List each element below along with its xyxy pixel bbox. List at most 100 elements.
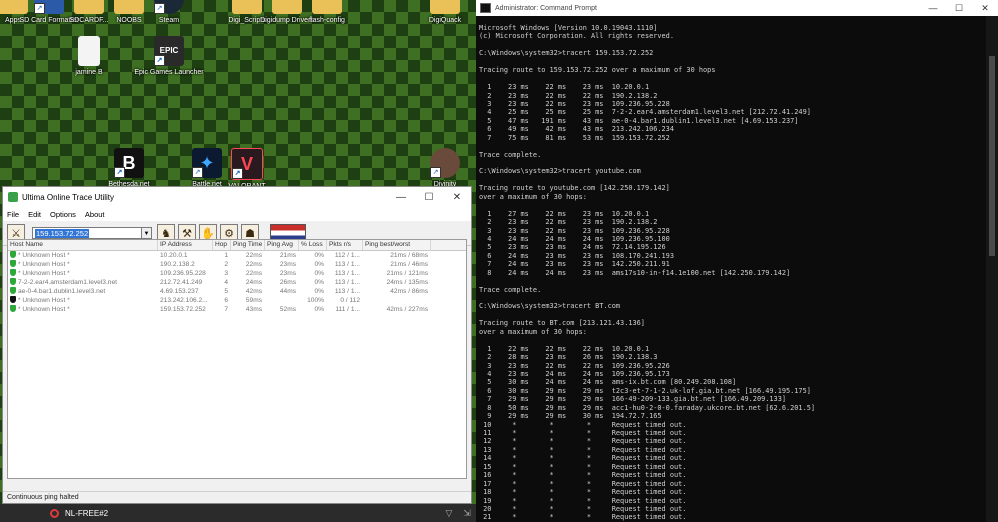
cmd-line: 4 23 ms 24 ms 24 ms 109.236.95.173 (479, 369, 670, 378)
scrollbar-thumb[interactable] (989, 56, 995, 256)
cell-host: * Unknown Host * (8, 251, 158, 260)
cell-ip: 159.153.72.252 (160, 306, 206, 313)
desktop-icon-jamine-b[interactable]: jamine B (52, 36, 126, 77)
cell-ip: 10.20.0.1 (160, 252, 188, 259)
cmd-line (479, 176, 985, 184)
host-combobox[interactable]: 159.153.72.252 ▼ (32, 227, 152, 239)
shield-status-icon (10, 278, 16, 285)
cmd-line: 16 * * * Request timed out. (479, 471, 687, 480)
close-button[interactable]: ✕ (972, 3, 998, 14)
cmd-output[interactable]: Microsoft Windows [Version 10.0.19043.11… (479, 24, 985, 522)
minimize-button[interactable]: — (920, 3, 946, 14)
cmd-line: Tracing route to youtube.com [142.250.17… (479, 184, 670, 193)
cmd-line: 6 24 ms 23 ms 23 ms 108.170.241.193 (479, 251, 674, 260)
cell-pkts: 113 / 1... (334, 270, 360, 277)
desktop-icon-label: flash-config (309, 17, 345, 24)
taskbar-label[interactable]: NL-FREE#2 (65, 509, 108, 518)
maximize-button[interactable]: ☐ (415, 192, 443, 203)
table-row[interactable]: * Unknown Host * 159.153.72.252 7 43ms 52ms 0… (8, 305, 466, 314)
taskbar: NL-FREE#2 ▽ ⇲ (0, 504, 476, 522)
cmd-line: Tracing route to 159.153.72.252 over a m… (479, 66, 716, 75)
desktop-icon-epic-games[interactable]: EPIC ↗ Epic Games Launcher (132, 36, 206, 77)
cell-loss: 0% (314, 279, 324, 286)
menu-about[interactable]: About (85, 210, 105, 219)
tray-arrow-icon[interactable]: ⇲ (458, 508, 476, 519)
trace-title-bar[interactable]: Ultima Online Trace Utility — ☐ ✕ (3, 187, 471, 207)
cmd-line: 1 23 ms 22 ms 23 ms 10.20.0.1 (479, 83, 650, 92)
shield-status-icon (10, 269, 16, 276)
cell-bw: 42ms / 227ms (386, 306, 428, 313)
desktop-icon-label: DigiQuack (428, 17, 462, 24)
cmd-line: over a maximum of 30 hops: (479, 192, 587, 201)
host-input[interactable]: 159.153.72.252 (32, 227, 142, 239)
cell-loss: 0% (314, 261, 324, 268)
cell-hop: 6 (224, 297, 228, 304)
desktop-icon-label: Epic Games Launcher (134, 69, 204, 76)
cell-bw: 21ms / 68ms (390, 252, 428, 259)
close-button[interactable]: ✕ (443, 192, 471, 203)
cell-avg: 23ms (279, 270, 296, 277)
cmd-line: 8 24 ms 24 ms 23 ms ams17s10-in-f14.1e10… (479, 268, 791, 277)
table-row[interactable]: 7-2-2.ear4.amsterdam1.level3.net 212.72.4… (8, 278, 466, 287)
cell-loss: 0% (314, 252, 324, 259)
menu-edit[interactable]: Edit (28, 210, 41, 219)
folder-icon (312, 0, 342, 14)
desktop-icon-divinity[interactable]: ↗ Divinity (408, 148, 476, 189)
trace-results-table: Host Name IP Address Hop Ping Time Ping … (7, 239, 467, 479)
desktop-icon-valorant[interactable]: V↗ VALORANT (210, 148, 284, 191)
cmd-line: 9 29 ms 29 ms 30 ms 194.72.7.165 (479, 412, 662, 421)
col-ip-address[interactable]: IP Address (158, 240, 213, 250)
cmd-line: 5 47 ms 191 ms 43 ms ae-0-4.bar1.dublin1… (479, 116, 799, 125)
desktop-icon-digiquack[interactable]: DigiQuack (408, 0, 476, 25)
cell-time: 22ms (245, 252, 262, 259)
table-row[interactable]: * Unknown Host * 10.20.0.1 1 22ms 21ms 0% 112 … (8, 251, 466, 260)
menu-options[interactable]: Options (50, 210, 76, 219)
table-row[interactable]: * Unknown Host * 213.242.106.2... 6 59ms 100… (8, 296, 466, 305)
col-ping-time[interactable]: Ping Time (231, 240, 265, 250)
desktop-icon-flash-config[interactable]: flash-config (290, 0, 364, 25)
col-pkts[interactable]: Pkts r/s (327, 240, 363, 250)
cmd-line (479, 311, 985, 319)
cmd-line: 12 * * * Request timed out. (479, 437, 687, 446)
desktop-icon-label: Steam (158, 17, 180, 24)
cell-avg: 44ms (279, 288, 296, 295)
menu-file[interactable]: File (7, 210, 19, 219)
col-hop[interactable]: Hop (213, 240, 231, 250)
col-loss[interactable]: % Loss (299, 240, 327, 250)
cell-pkts: 113 / 1... (334, 279, 360, 286)
table-header: Host Name IP Address Hop Ping Time Ping … (8, 240, 466, 251)
cell-hop: 4 (224, 279, 228, 286)
cmd-scrollbar[interactable] (986, 16, 998, 522)
col-ping-best-worst[interactable]: Ping best/worst (363, 240, 431, 250)
cmd-line (479, 294, 985, 302)
tray-chevron-icon[interactable]: ▽ (440, 508, 458, 519)
cmd-line: C:\Windows\system32>tracert 159.153.72.2… (479, 49, 654, 58)
divinity-icon: ↗ (430, 148, 460, 178)
desktop-icon-bethesda[interactable]: B ↗ Bethesda.net (92, 148, 166, 189)
cmd-line: 3 23 ms 22 ms 22 ms 109.236.95.226 (479, 361, 670, 370)
table-row[interactable]: ae-0-4.bar1.dublin1.level3.net 4.69.153.2… (8, 287, 466, 296)
cmd-title-bar[interactable]: Administrator: Command Prompt — ☐ ✕ (476, 0, 998, 16)
minimize-button[interactable]: — (387, 192, 415, 203)
cell-loss: 0% (314, 306, 324, 313)
cell-time: 24ms (245, 279, 262, 286)
desktop-icon-steam[interactable]: ↗ Steam (132, 0, 206, 25)
cmd-line: 7 24 ms 23 ms 23 ms 142.250.211.91 (479, 260, 670, 269)
chevron-down-icon[interactable]: ▼ (142, 227, 152, 239)
table-row[interactable]: * Unknown Host * 190.2.138.2 2 22ms 23ms 0% 11… (8, 260, 466, 269)
col-ping-avg[interactable]: Ping Avg (265, 240, 299, 250)
maximize-button[interactable]: ☐ (946, 3, 972, 14)
col-host-name[interactable]: Host Name (8, 240, 158, 250)
epic-games-icon: EPIC ↗ (154, 36, 184, 66)
cell-hop: 3 (224, 270, 228, 277)
cmd-line (479, 142, 985, 150)
cmd-line (479, 58, 985, 66)
cell-host: * Unknown Host * (8, 269, 158, 278)
terminal-icon (480, 3, 491, 13)
cell-loss: 0% (314, 288, 324, 295)
cell-host: * Unknown Host * (8, 260, 158, 269)
cmd-line: 8 50 ms 29 ms 29 ms acc1-hu0-2-0-0.farad… (479, 403, 816, 412)
shield-status-icon (10, 260, 16, 267)
cmd-line (479, 159, 985, 167)
table-row[interactable]: * Unknown Host * 109.236.95.228 3 22ms 23ms 0… (8, 269, 466, 278)
